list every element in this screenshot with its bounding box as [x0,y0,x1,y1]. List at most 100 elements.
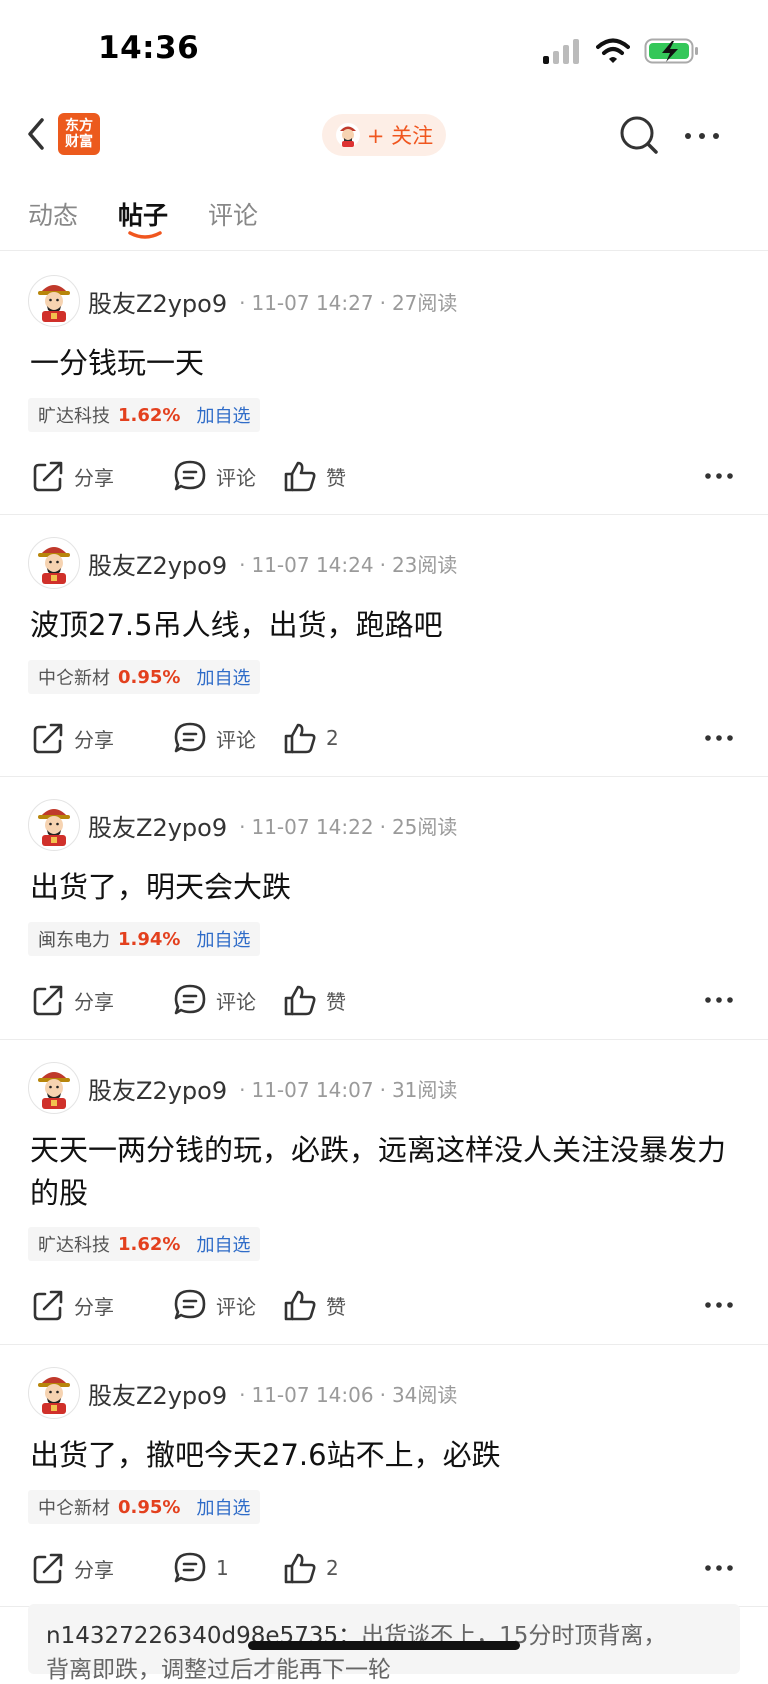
like-button[interactable]: 2 [282,718,339,758]
tab-posts[interactable]: 帖子 [118,196,168,232]
add-watchlist-button[interactable]: 加自选 [196,664,250,690]
like-label: 赞 [326,1294,346,1319]
like-button[interactable]: 赞 [282,1285,346,1325]
read-count: 27阅读 [391,290,458,315]
add-watchlist-button[interactable]: 加自选 [196,402,250,428]
post-time: 11-07 14:06 [251,1382,374,1407]
share-label: 分享 [74,465,114,490]
author-row: 股友Z2ypo9 · 11-07 14:07 · 31阅读 [28,1061,457,1115]
comment-button[interactable]: 评论 [172,456,256,496]
post-more-icon[interactable] [704,990,734,1010]
author-name[interactable]: 股友Z2ypo9 [88,284,227,319]
comment-label: 评论 [216,989,256,1014]
post-meta: · 11-07 14:27 · 27阅读 [239,290,458,315]
post-text[interactable]: 波顶27.5吊人线，出货，跑路吧 [30,604,734,647]
avatar[interactable] [28,1367,80,1419]
share-button[interactable]: 分享 [30,456,114,496]
avatar[interactable] [28,1062,80,1114]
comment-label: 1 [216,1556,229,1580]
back-arrow-icon[interactable] [22,114,52,154]
post-more-icon[interactable] [704,728,734,748]
comment-button[interactable]: 评论 [172,1285,256,1325]
action-bar: 分享 1 2 [0,1548,768,1588]
add-watchlist-button[interactable]: 加自选 [196,926,250,952]
post-time: 11-07 14:27 [251,290,374,315]
post-time: 11-07 14:24 [251,552,374,577]
post-more-icon[interactable] [704,1295,734,1315]
post-text[interactable]: 出货了，明天会大跌 [30,866,734,909]
author-name[interactable]: 股友Z2ypo9 [88,1071,227,1106]
avatar[interactable] [28,275,80,327]
share-button[interactable]: 分享 [30,1285,114,1325]
wifi-icon [596,38,630,63]
share-label: 分享 [74,1557,114,1582]
share-label: 分享 [74,1294,114,1319]
search-icon[interactable] [618,114,660,156]
post-meta: · 11-07 14:24 · 23阅读 [239,552,458,577]
post-time: 11-07 14:07 [251,1077,374,1102]
comment-label: 评论 [216,727,256,752]
battery-charging-icon [644,38,698,64]
share-label: 分享 [74,727,114,752]
like-icon [284,461,316,492]
comment-button[interactable]: 评论 [172,718,256,758]
stock-tag[interactable]: 闽东电力 1.94% 加自选 [28,922,261,956]
stock-name[interactable]: 旷达科技 [38,402,110,428]
author-row: 股友Z2ypo9 · 11-07 14:27 · 27阅读 [28,274,457,328]
add-watchlist-button[interactable]: 加自选 [196,1494,250,1520]
stock-change: 0.95% [118,666,181,688]
avatar[interactable] [28,537,80,589]
read-count: 23阅读 [391,552,458,577]
share-button[interactable]: 分享 [30,980,114,1020]
post-card[interactable]: 股友Z2ypo9 · 11-07 14:06 · 34阅读 出货了，撤吧今天27.6站… [0,1344,768,1607]
read-count: 34阅读 [391,1382,458,1407]
post-meta: · 11-07 14:07 · 31阅读 [239,1077,458,1102]
post-text[interactable]: 天天一两分钱的玩，必跌，远离这样没人关注没暴发力的股 [30,1129,734,1215]
share-icon [33,723,63,754]
stock-tag[interactable]: 中仑新材 0.95% 加自选 [28,660,261,694]
stock-name[interactable]: 中仑新材 [38,664,110,690]
author-name[interactable]: 股友Z2ypo9 [88,1376,227,1411]
like-button[interactable]: 2 [282,1548,339,1588]
post-card[interactable]: 股友Z2ypo9 · 11-07 14:07 · 31阅读 天天一两分钱的玩，必跌，远… [0,1039,768,1345]
stock-tag[interactable]: 旷达科技 1.62% 加自选 [28,1227,261,1261]
comment-button[interactable]: 1 [172,1548,229,1588]
author-name[interactable]: 股友Z2ypo9 [88,808,227,843]
logo-text-bottom: 财富 [65,134,93,150]
like-button[interactable]: 赞 [282,980,346,1020]
comment-label: 评论 [216,1294,256,1319]
post-text[interactable]: 出货了，撤吧今天27.6站不上，必跌 [30,1434,734,1477]
avatar[interactable] [28,799,80,851]
tab-comments[interactable]: 评论 [208,196,258,232]
share-button[interactable]: 分享 [30,718,114,758]
stock-tag[interactable]: 中仑新材 0.95% 加自选 [28,1490,261,1524]
follow-button[interactable]: + 关注 [322,114,446,156]
action-bar: 分享 评论 赞 [0,456,768,496]
comment-button[interactable]: 评论 [172,980,256,1020]
comment-preview[interactable]: n14327226340d98e5735：出货谈不上，15分时顶背离， 背离即跌… [28,1604,740,1683]
post-card[interactable]: 股友Z2ypo9 · 11-07 14:22 · 25阅读 出货了，明天会大跌 闽东电… [0,776,768,1040]
more-icon[interactable] [682,126,722,146]
logo-text-top: 东方 [65,118,93,134]
status-bar: 14:36 [0,0,768,100]
like-button[interactable]: 赞 [282,456,346,496]
app-logo[interactable]: 东方 财富 [58,113,100,155]
author-name[interactable]: 股友Z2ypo9 [88,546,227,581]
add-watchlist-button[interactable]: 加自选 [196,1231,250,1257]
post-more-icon[interactable] [704,466,734,486]
stock-change: 1.62% [118,1233,181,1255]
author-row: 股友Z2ypo9 · 11-07 14:24 · 23阅读 [28,536,457,590]
read-count: 31阅读 [391,1077,458,1102]
post-text[interactable]: 一分钱玩一天 [30,342,734,385]
stock-name[interactable]: 中仑新材 [38,1494,110,1520]
tab-activity[interactable]: 动态 [28,196,78,232]
post-card[interactable]: 股友Z2ypo9 · 11-07 14:24 · 23阅读 波顶27.5吊人线，出货，… [0,514,768,777]
stock-name[interactable]: 闽东电力 [38,926,110,952]
post-more-icon[interactable] [704,1558,734,1578]
action-bar: 分享 评论 赞 [0,1285,768,1325]
stock-tag[interactable]: 旷达科技 1.62% 加自选 [28,398,261,432]
share-button[interactable]: 分享 [30,1548,114,1588]
tab-bar: 动态 帖子 评论 [0,180,768,251]
stock-name[interactable]: 旷达科技 [38,1231,110,1257]
post-card[interactable]: 股友Z2ypo9 · 11-07 14:27 · 27阅读 一分钱玩一天 旷达科技 1… [0,252,768,515]
